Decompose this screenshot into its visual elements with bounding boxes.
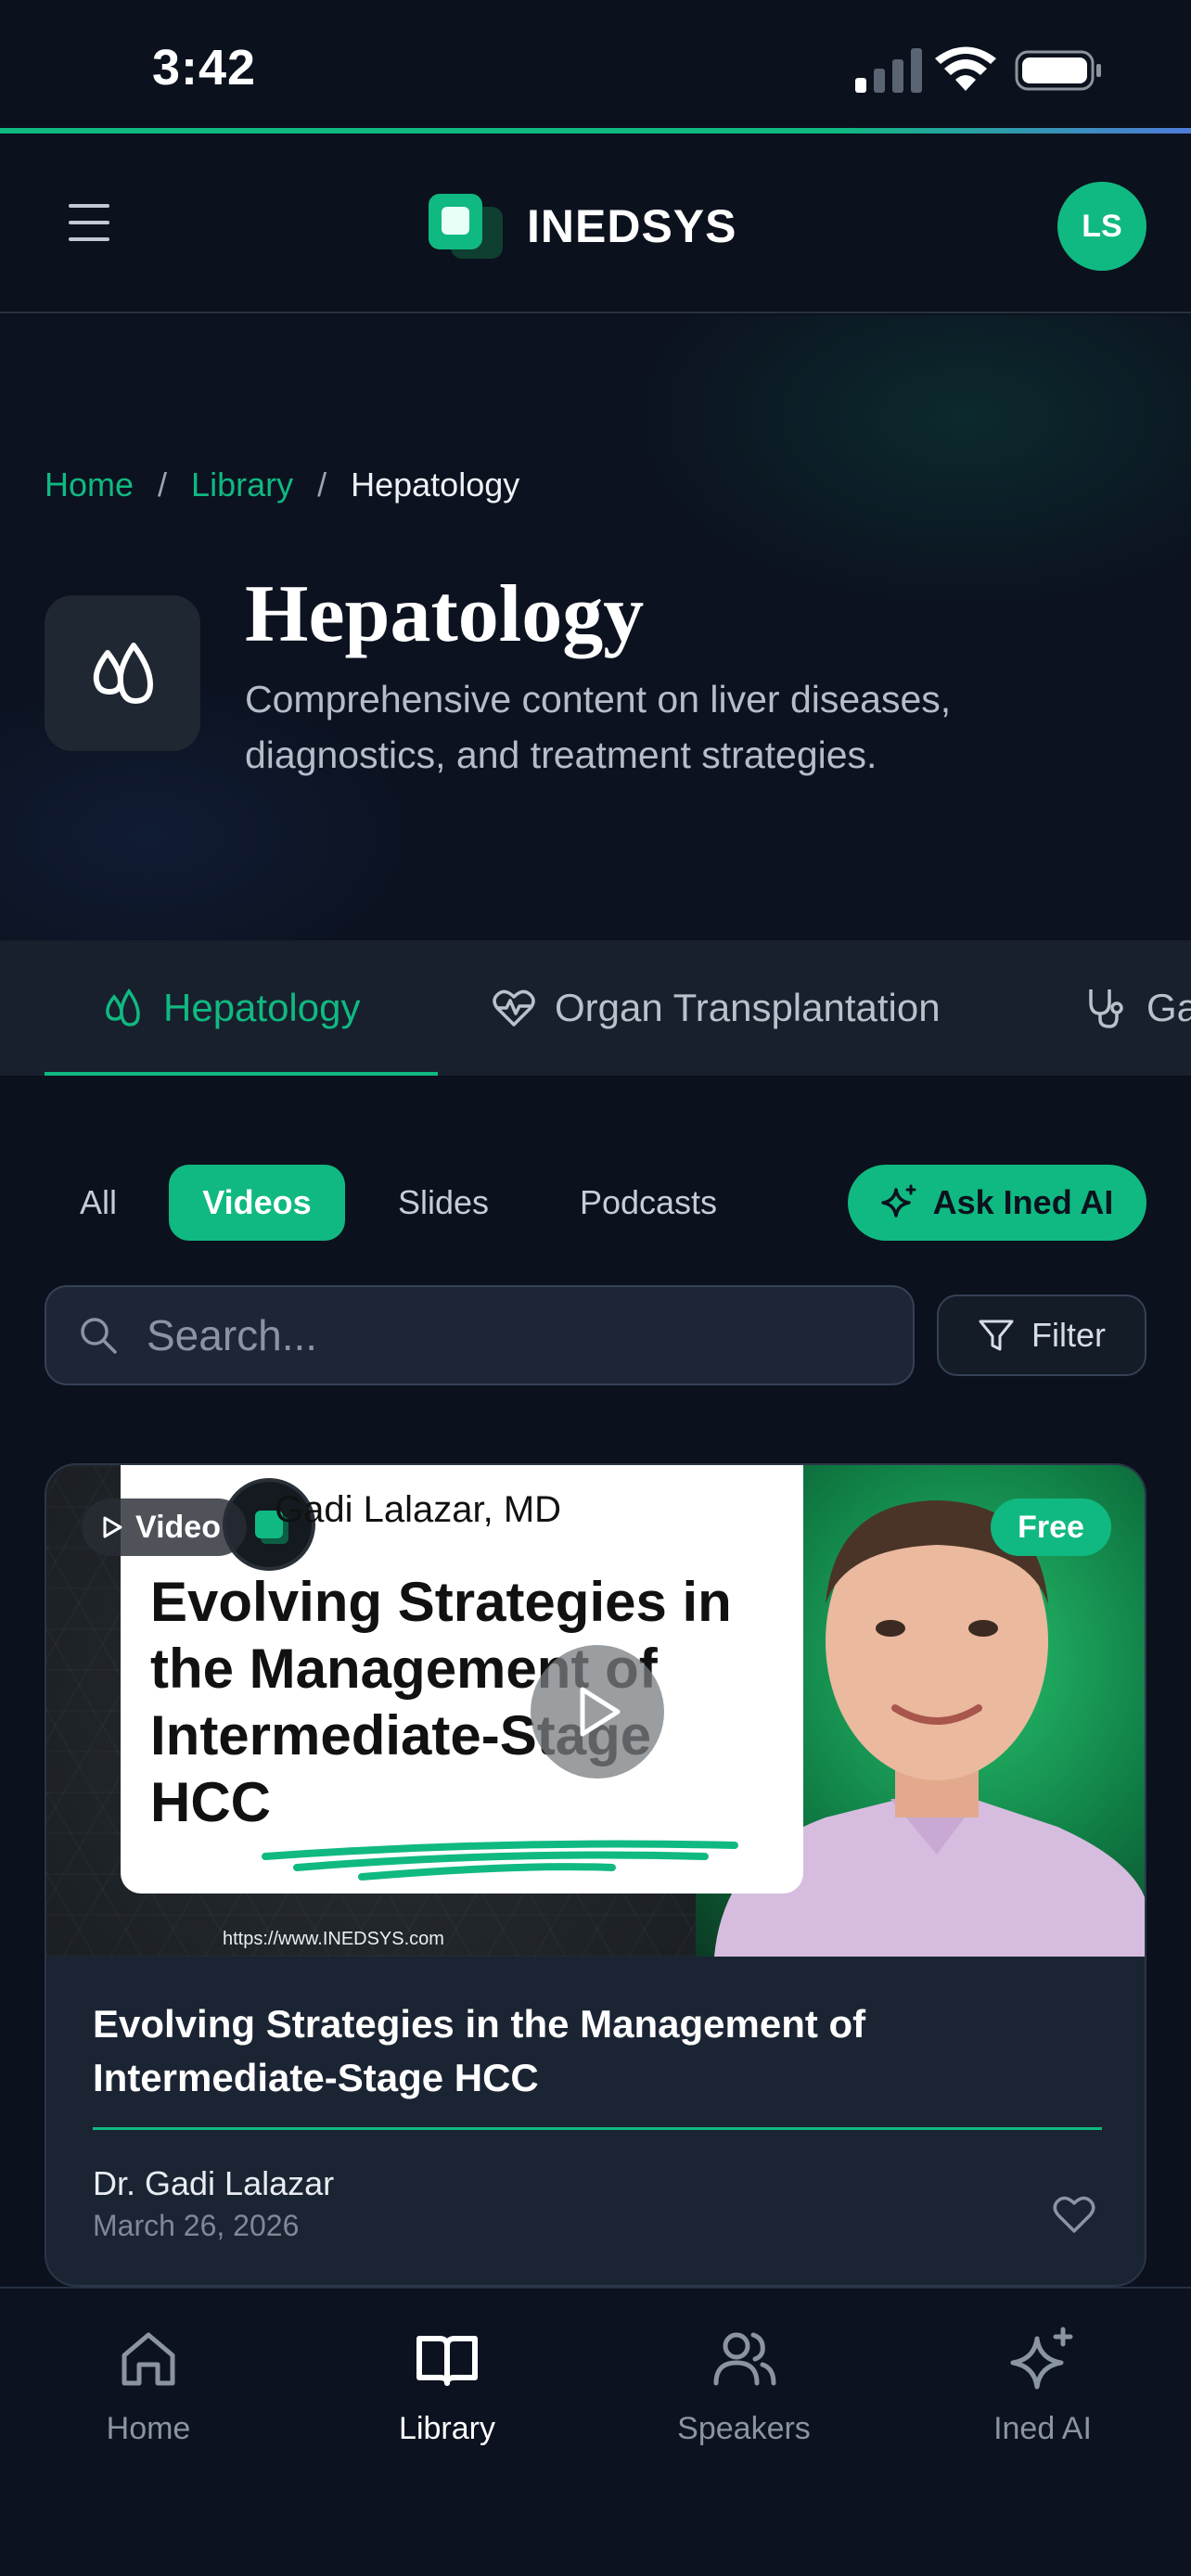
breadcrumb-home[interactable]: Home <box>45 465 134 504</box>
play-icon <box>580 1687 621 1737</box>
tab-gastroenterology[interactable]: Ga <box>1083 940 1191 1076</box>
video-thumbnail[interactable]: Gadi Lalazar, MD Evolving Strategies in … <box>46 1465 1145 1957</box>
content-type-filters: All Videos Slides Podcasts Ask Ined AI <box>0 1165 1191 1241</box>
brand-name: INEDSYS <box>527 200 737 252</box>
search-bar <box>45 1285 915 1385</box>
tab-label: Hepatology <box>163 986 361 1029</box>
home-icon <box>122 2332 175 2386</box>
app-header: INEDSYS LS <box>0 134 1191 313</box>
breadcrumb-current: Hepatology <box>351 465 520 504</box>
brand-logo[interactable]: INEDSYS <box>427 191 737 261</box>
heart-pulse-icon <box>493 989 535 1027</box>
card-title[interactable]: Evolving Strategies in the Management of… <box>93 1997 1104 2105</box>
ask-ined-ai-button[interactable]: Ask Ined AI <box>848 1165 1146 1241</box>
users-icon <box>713 2332 776 2386</box>
hamburger-menu-icon[interactable] <box>65 200 124 247</box>
breadcrumb-separator: / <box>158 465 168 504</box>
funnel-icon <box>979 1320 1014 1351</box>
tab-label: Ga <box>1146 986 1191 1029</box>
drops-icon <box>93 643 153 704</box>
status-time: 3:42 <box>152 40 257 96</box>
card-divider <box>93 2127 1102 2130</box>
card-author: Dr. Gadi Lalazar <box>93 2164 335 2202</box>
user-avatar[interactable]: LS <box>1057 182 1146 271</box>
tab-hepatology[interactable]: Hepatology <box>100 940 360 1076</box>
play-button[interactable] <box>531 1645 664 1779</box>
breadcrumb-separator: / <box>317 465 327 504</box>
nav-ined-ai[interactable]: Ined AI <box>931 2326 1154 2447</box>
filter-label: Filter <box>1031 1316 1106 1354</box>
tab-label: Organ Transplantation <box>555 986 941 1029</box>
search-icon <box>81 1318 117 1354</box>
thumbnail-title: Evolving Strategies in the Management of… <box>150 1571 732 1833</box>
card-date: March 26, 2026 <box>93 2209 300 2242</box>
nav-home[interactable]: Home <box>37 2326 260 2447</box>
battery-icon <box>1015 50 1101 91</box>
tab-organ-transplantation[interactable]: Organ Transplantation <box>492 940 941 1076</box>
book-open-icon <box>416 2336 478 2386</box>
page-title: Hepatology <box>245 569 645 659</box>
video-badge-label: Video <box>135 1509 221 1545</box>
stethoscope-icon <box>1089 989 1123 1028</box>
ask-ai-label: Ask Ined AI <box>932 1183 1114 1221</box>
logo-mark-icon <box>427 194 506 259</box>
search-input[interactable] <box>147 1310 852 1360</box>
sparkles-icon <box>880 1184 916 1218</box>
filter-button[interactable]: Filter <box>937 1294 1146 1376</box>
bottom-navigation: Home Library Speakers Ined AI <box>0 2287 1191 2576</box>
nav-label: Speakers <box>677 2411 811 2446</box>
filter-slides[interactable]: Slides <box>380 1165 506 1241</box>
nav-label: Library <box>399 2411 495 2446</box>
active-tab-indicator <box>45 1072 438 1076</box>
scribble-underline <box>262 1840 738 1881</box>
breadcrumb: Home / Library / Hepatology <box>45 465 519 504</box>
hero-section: Home / Library / Hepatology Hepatology C… <box>0 315 1191 940</box>
heart-icon[interactable] <box>1052 2194 1096 2235</box>
play-outline-icon <box>103 1516 122 1538</box>
wifi-icon <box>935 46 996 91</box>
breadcrumb-library[interactable]: Library <box>191 465 293 504</box>
page-description: Comprehensive content on liver diseases,… <box>245 678 952 776</box>
sparkles-icon <box>1010 2327 1073 2390</box>
nav-label: Home <box>106 2411 191 2446</box>
nav-label: Ined AI <box>993 2411 1092 2446</box>
filter-podcasts[interactable]: Podcasts <box>557 1165 740 1241</box>
drops-icon <box>106 988 140 1027</box>
thumbnail-url: https://www.INEDSYS.com <box>223 1929 444 1949</box>
thumbnail-speaker: Gadi Lalazar, MD <box>275 1489 562 1530</box>
filter-all[interactable]: All <box>58 1165 139 1241</box>
category-icon-tile <box>45 595 200 751</box>
nav-speakers[interactable]: Speakers <box>633 2326 855 2447</box>
category-tabs: Hepatology Organ Transplantation Ga <box>0 940 1191 1076</box>
free-badge: Free <box>991 1498 1111 1556</box>
video-type-badge: Video <box>82 1498 247 1556</box>
cellular-signal-icon <box>855 48 922 93</box>
filter-videos[interactable]: Videos <box>169 1165 345 1241</box>
status-bar: 3:42 <box>0 0 1191 130</box>
nav-library[interactable]: Library <box>336 2326 558 2447</box>
content-card[interactable]: Gadi Lalazar, MD Evolving Strategies in … <box>45 1463 1146 2287</box>
